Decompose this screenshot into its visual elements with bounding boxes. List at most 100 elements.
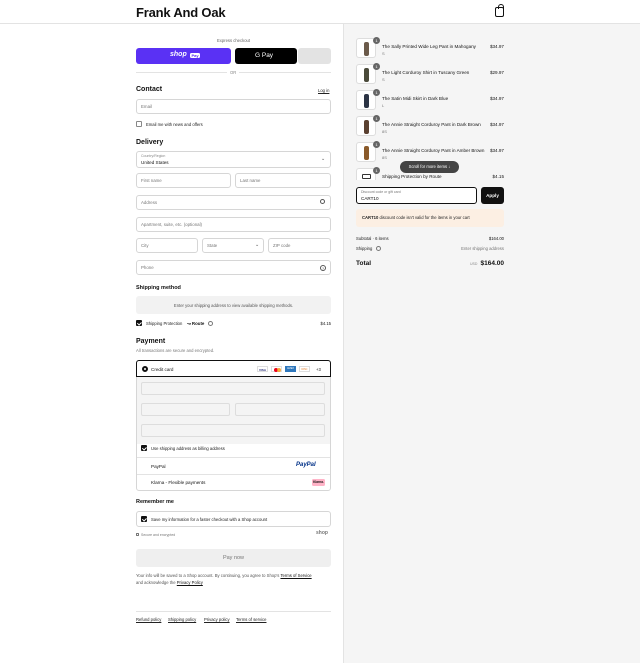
klarna-option[interactable]: Klarna - Flexible payments Klarna. <box>137 475 330 491</box>
first-name-placeholder: First name <box>141 178 162 183</box>
item-size: 8S <box>382 155 387 160</box>
footer-link-refund[interactable]: Refund policy <box>136 617 161 622</box>
item-price: $34.97 <box>489 148 504 153</box>
privacy-link[interactable]: Privacy Policy <box>177 580 203 585</box>
protection-item-name: Shipping Protection by Route <box>382 174 442 179</box>
item-price: $34.97 <box>489 96 504 101</box>
google-pay-button[interactable]: G Pay <box>235 48 297 64</box>
product-image <box>364 120 369 134</box>
subtotal-value: $164.00 <box>488 236 504 241</box>
mastercard-icon <box>271 366 282 372</box>
billing-same-checkbox[interactable] <box>141 445 147 451</box>
product-image <box>364 146 369 160</box>
card-expiry-field[interactable] <box>141 403 230 416</box>
klarna-logo: Klarna. <box>312 479 325 486</box>
total-label: Total <box>356 260 372 267</box>
contact-heading: Contact <box>136 86 163 93</box>
shop-pay-button[interactable]: shop Pay <box>136 48 231 64</box>
brand-logo[interactable]: Frank And Oak <box>136 5 226 20</box>
shop-disclaimer: Your info will be saved to a Shop accoun… <box>136 572 336 586</box>
paypal-option[interactable]: PayPal PayPal <box>137 458 330 474</box>
zip-placeholder: ZIP code <box>273 243 291 248</box>
discount-error-banner: CART10 discount code isn't valid for the… <box>356 209 504 227</box>
footer-link-terms[interactable]: Terms of service <box>236 617 266 622</box>
item-price: $34.97 <box>489 44 504 49</box>
item-quantity-badge: 1 <box>373 141 380 148</box>
header: Frank And Oak <box>0 0 640 24</box>
scroll-more-label: Scroll for more items <box>408 164 448 169</box>
apply-button[interactable]: Apply <box>481 187 504 204</box>
help-icon[interactable]: ? <box>320 264 326 271</box>
newsletter-checkbox[interactable] <box>136 121 142 127</box>
country-value: United States <box>141 159 169 165</box>
shop-pay-label: shop <box>170 51 187 58</box>
card-name-field[interactable] <box>141 424 325 437</box>
chevron-down-icon: ⌄ <box>321 156 326 162</box>
secure-label: Secure and encrypted <box>141 532 176 537</box>
state-select[interactable]: State ⌄ <box>202 238 264 253</box>
apartment-field[interactable]: Apartment, suite, etc. (optional) <box>136 217 331 232</box>
city-placeholder: City <box>141 243 149 248</box>
route-icon: ↝ <box>187 320 191 326</box>
card-cvv-field[interactable] <box>235 403 325 416</box>
amex-icon: AMEX <box>285 366 296 372</box>
lock-icon <box>136 533 139 536</box>
address-field[interactable]: Address <box>136 195 331 210</box>
paypal-logo: PayPal <box>296 462 316 468</box>
newsletter-label: Email me with news and offers <box>146 122 203 127</box>
phone-placeholder: Phone <box>141 265 154 270</box>
help-icon[interactable] <box>376 246 381 251</box>
zip-field[interactable]: ZIP code <box>268 238 331 253</box>
item-size: S <box>382 77 385 82</box>
info-icon[interactable] <box>208 321 213 326</box>
phone-field[interactable]: Phone ? <box>136 260 331 275</box>
country-select[interactable]: Country/Region United States ⌄ <box>136 151 331 168</box>
shop-logo: shop <box>316 530 328 536</box>
email-field[interactable]: Email <box>136 99 331 114</box>
more-cards-label: +3 <box>316 366 321 372</box>
express-checkout-title: Express checkout <box>216 38 251 43</box>
credit-card-option[interactable]: Credit card VISA AMEX DISC +3 <box>136 360 331 377</box>
shop-pay-badge: Pay <box>190 52 201 58</box>
shipping-protection-label: Shipping Protection <box>146 321 183 326</box>
credit-card-label: Credit card <box>151 366 174 372</box>
shopping-bag-icon[interactable] <box>495 4 504 17</box>
more-express-button[interactable] <box>298 48 331 64</box>
first-name-field[interactable]: First name <box>136 173 231 188</box>
state-placeholder: State <box>207 243 218 248</box>
discount-field[interactable]: Discount code or gift card CART10 <box>356 187 477 204</box>
remember-heading: Remember me <box>136 499 174 505</box>
disclaimer-text-2: and acknowledge the <box>136 580 176 585</box>
shipping-protection-checkbox[interactable] <box>136 320 142 326</box>
disclaimer-text: Your info will be saved to a Shop accoun… <box>136 573 280 578</box>
discover-icon: DISC <box>299 366 310 372</box>
footer-link-shipping[interactable]: Shipping policy <box>168 617 196 622</box>
subtotal-label: Subtotal · 6 items <box>356 236 389 241</box>
discount-error-text: discount code isn't valid for the items … <box>379 215 470 220</box>
shipping-label: Shipping <box>356 246 373 251</box>
footer-link-privacy[interactable]: Privacy policy <box>204 617 230 622</box>
save-info-checkbox[interactable] <box>141 516 147 522</box>
order-summary-panel <box>343 24 640 663</box>
item-quantity-badge: 1 <box>373 89 380 96</box>
city-field[interactable]: City <box>136 238 198 253</box>
truck-icon <box>362 174 371 179</box>
terms-link[interactable]: Terms of Service <box>280 573 311 578</box>
radio-selected[interactable] <box>142 366 148 372</box>
item-size: 8S <box>382 129 387 134</box>
item-name: The Satin Midi Skirt in Dark Blue <box>382 96 449 101</box>
scroll-more-button[interactable]: Scroll for more items ↓ <box>400 161 459 173</box>
email-placeholder: Email <box>141 104 152 109</box>
search-icon <box>320 199 325 204</box>
last-name-field[interactable]: Last name <box>235 173 331 188</box>
login-link[interactable]: Log in <box>318 88 329 93</box>
pay-now-button[interactable]: Pay now <box>136 549 331 567</box>
item-name: The Light Corduroy Shirt in Tuscany Gree… <box>382 70 470 75</box>
google-pay-label: G Pay <box>255 52 274 59</box>
shipping-method-notice: Enter your shipping address to view avai… <box>136 296 331 314</box>
item-quantity-badge: 1 <box>373 167 380 174</box>
delivery-heading: Delivery <box>136 139 164 146</box>
card-number-field[interactable] <box>141 382 325 395</box>
apartment-placeholder: Apartment, suite, etc. (optional) <box>141 222 203 227</box>
product-image <box>364 94 369 108</box>
